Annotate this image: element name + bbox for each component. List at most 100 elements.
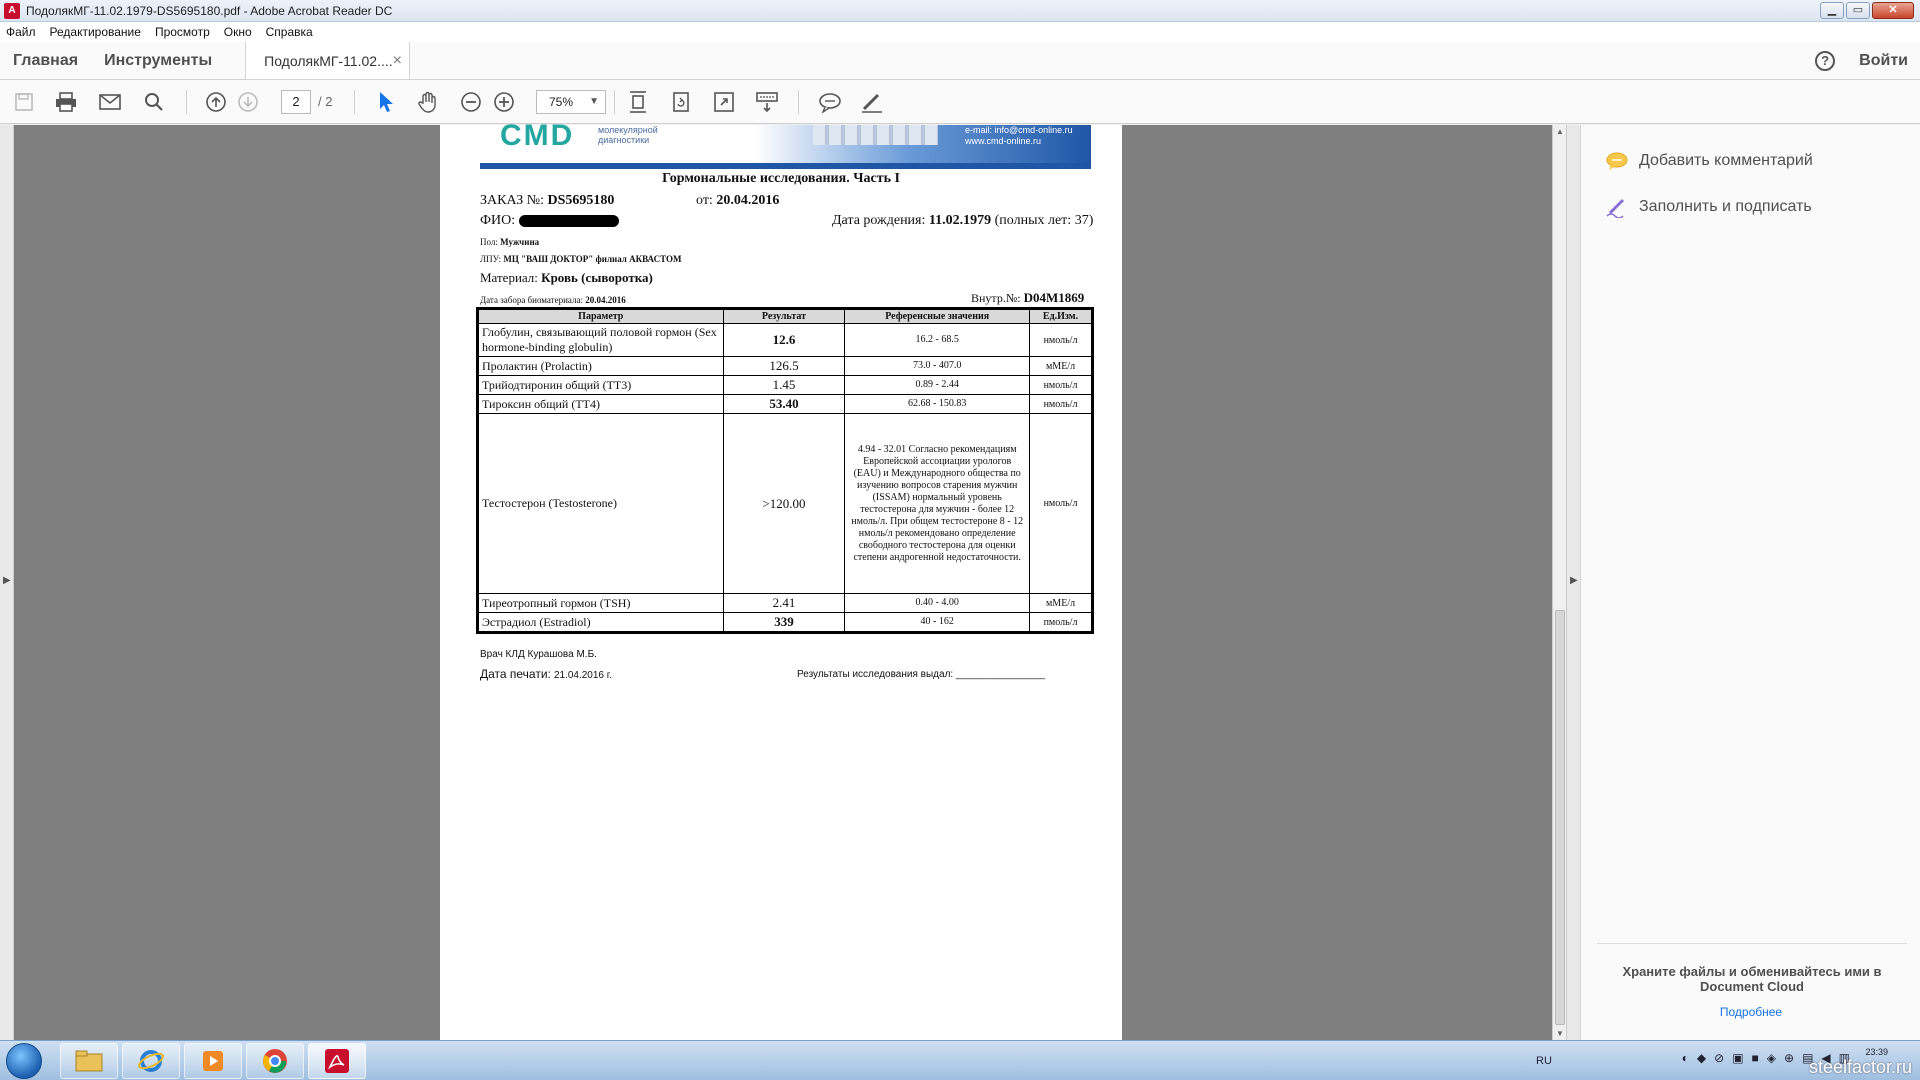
redacted-name	[518, 214, 619, 227]
acrobat-icon[interactable]	[308, 1043, 366, 1079]
results-table: Параметр Результат Референсные значения …	[476, 307, 1094, 634]
result-cell: 12.6	[722, 323, 846, 357]
tray-icon[interactable]: ▣	[1732, 1051, 1743, 1065]
ref-cell: 0.89 - 2.44	[844, 375, 1031, 395]
ref-cell: 16.2 - 68.5	[844, 323, 1031, 357]
toolbar: 2 / 2 75% ▼	[0, 80, 1920, 124]
tray-icon[interactable]: ◈	[1767, 1051, 1776, 1065]
explorer-icon[interactable]	[60, 1043, 118, 1079]
page-total: / 2	[318, 94, 333, 109]
search-icon[interactable]	[142, 90, 166, 114]
save-icon[interactable]	[12, 90, 36, 114]
param-cell: Тестостерон (Testosterone)	[478, 413, 724, 594]
comment-icon[interactable]	[818, 90, 842, 114]
header-reference: Референсные значения	[844, 309, 1031, 324]
ie-icon[interactable]	[122, 1043, 180, 1079]
select-cursor-icon[interactable]	[374, 90, 398, 114]
scroll-mode-icon[interactable]	[755, 90, 779, 114]
birth-line: Дата рождения: 11.02.1979 (полных лет: 3…	[832, 213, 1093, 229]
rotate-icon[interactable]	[669, 90, 693, 114]
page-down-icon[interactable]	[236, 90, 260, 114]
tray-icon[interactable]: ◆	[1697, 1051, 1706, 1065]
start-button[interactable]	[6, 1043, 42, 1079]
order-date-line: от: 20.04.2016	[696, 193, 779, 209]
chevron-down-icon: ▼	[589, 96, 599, 107]
scroll-up-icon[interactable]: ▲	[1556, 127, 1564, 136]
page-up-icon[interactable]	[204, 90, 228, 114]
email-icon[interactable]	[98, 90, 122, 114]
result-cell: 126.5	[722, 356, 846, 376]
table-row: Тиреотропный гормон (TSH) 2.41 0.40 - 4.…	[478, 593, 1092, 613]
tab-document[interactable]: ПодолякМГ-11.02.... ×	[245, 42, 411, 79]
zoom-out-icon[interactable]	[459, 90, 483, 114]
title-bar: A ПодолякМГ-11.02.1979-DS5695180.pdf - A…	[0, 0, 1920, 22]
zoom-in-icon[interactable]	[492, 90, 516, 114]
scroll-thumb[interactable]	[1555, 610, 1565, 1025]
sign-icon[interactable]	[860, 90, 884, 114]
fullscreen-icon[interactable]	[712, 90, 736, 114]
internal-number: D04M1869	[1023, 290, 1085, 305]
minimize-button[interactable]: ▁	[1820, 2, 1844, 19]
collect-date: 20.04.2016	[585, 295, 626, 305]
table-row: Трийодтиронин общий (ТТ3) 1.45 0.89 - 2.…	[478, 375, 1092, 395]
watermark: steelfactor.ru	[1808, 1057, 1912, 1077]
help-icon[interactable]: ?	[1815, 50, 1836, 71]
unit-cell: нмоль/л	[1029, 413, 1092, 594]
collect-label: Дата забора биоматериала:	[480, 295, 583, 305]
menu-window[interactable]: Окно	[224, 25, 252, 39]
learn-more-link[interactable]: Подробнее	[1581, 1005, 1920, 1019]
media-player-icon[interactable]	[184, 1043, 242, 1079]
zoom-value: 75%	[549, 95, 574, 109]
close-window-button[interactable]: ✕	[1872, 2, 1914, 19]
tab-document-label: ПодолякМГ-11.02....	[264, 52, 393, 69]
doctor-line: Врач КЛД Курашова М.Б.	[480, 649, 597, 660]
right-panel-toggle[interactable]: ▶	[1566, 125, 1580, 1040]
close-tab-icon[interactable]: ×	[393, 52, 402, 70]
banner-line	[480, 163, 1091, 169]
fio-line: ФИО:	[480, 213, 619, 229]
ref-cell: 4.94 - 32.01 Согласно рекомендациям Евро…	[844, 413, 1031, 594]
left-panel-toggle[interactable]: ▶	[0, 125, 14, 1040]
fio-label: ФИО:	[480, 213, 516, 228]
tools-pane: Добавить комментарий Заполнить и подписа…	[1580, 125, 1920, 1040]
vertical-scrollbar[interactable]: ▲ ▼	[1552, 125, 1566, 1040]
tray-icon[interactable]: ⊕	[1784, 1051, 1794, 1065]
tray-icon[interactable]: ■	[1752, 1051, 1759, 1065]
document-title: Гормональные исследования. Часть I	[662, 171, 900, 186]
chrome-icon[interactable]	[246, 1043, 304, 1079]
scroll-down-icon[interactable]: ▼	[1556, 1029, 1564, 1038]
clock[interactable]: 23:39	[1865, 1047, 1888, 1057]
toolbar-separator	[798, 90, 799, 114]
menu-help[interactable]: Справка	[266, 25, 313, 39]
language-indicator[interactable]: RU	[1536, 1055, 1552, 1067]
toolbar-separator	[186, 90, 187, 114]
lpu-value: МЦ "ВАШ ДОКТОР" филиал АКВАСТОМ	[503, 254, 682, 264]
material-label: Материал:	[480, 270, 538, 285]
cloud-promo-text: Храните файлы и обменивайтесь ими в Docu…	[1597, 943, 1907, 994]
ref-cell: 0.40 - 4.00	[844, 593, 1031, 613]
signin-button[interactable]: Войти	[1859, 52, 1908, 70]
tray-icon[interactable]: ◐	[1682, 1051, 1689, 1065]
fit-page-icon[interactable]	[626, 90, 650, 114]
sex-line: Пол: Мужчина	[480, 237, 539, 247]
result-cell: 53.40	[722, 394, 846, 414]
menu-file[interactable]: Файл	[6, 25, 36, 39]
hand-icon[interactable]	[416, 90, 440, 114]
order-date-label: от:	[696, 193, 713, 208]
menu-edit[interactable]: Редактирование	[50, 25, 141, 39]
tab-home[interactable]: Главная	[0, 42, 91, 79]
menu-view[interactable]: Просмотр	[155, 25, 210, 39]
print-icon[interactable]	[54, 90, 78, 114]
unit-cell: мМЕ/л	[1029, 593, 1092, 613]
page-number-input[interactable]: 2	[281, 90, 311, 114]
tab-bar-right: ? Войти	[1815, 42, 1920, 79]
tray-icon[interactable]: ⊘	[1714, 1051, 1724, 1065]
fill-sign-tool[interactable]: Заполнить и подписать	[1605, 195, 1812, 219]
zoom-select[interactable]: 75% ▼	[536, 90, 606, 114]
maximize-button[interactable]: ▭	[1846, 2, 1870, 19]
add-comment-tool[interactable]: Добавить комментарий	[1605, 149, 1813, 173]
ref-cell: 62.68 - 150.83	[844, 394, 1031, 414]
tab-tools[interactable]: Инструменты	[91, 42, 225, 79]
print-date-line: Дата печати: 21.04.2016 г.	[480, 667, 612, 681]
ref-cell: 40 - 162	[844, 612, 1031, 632]
